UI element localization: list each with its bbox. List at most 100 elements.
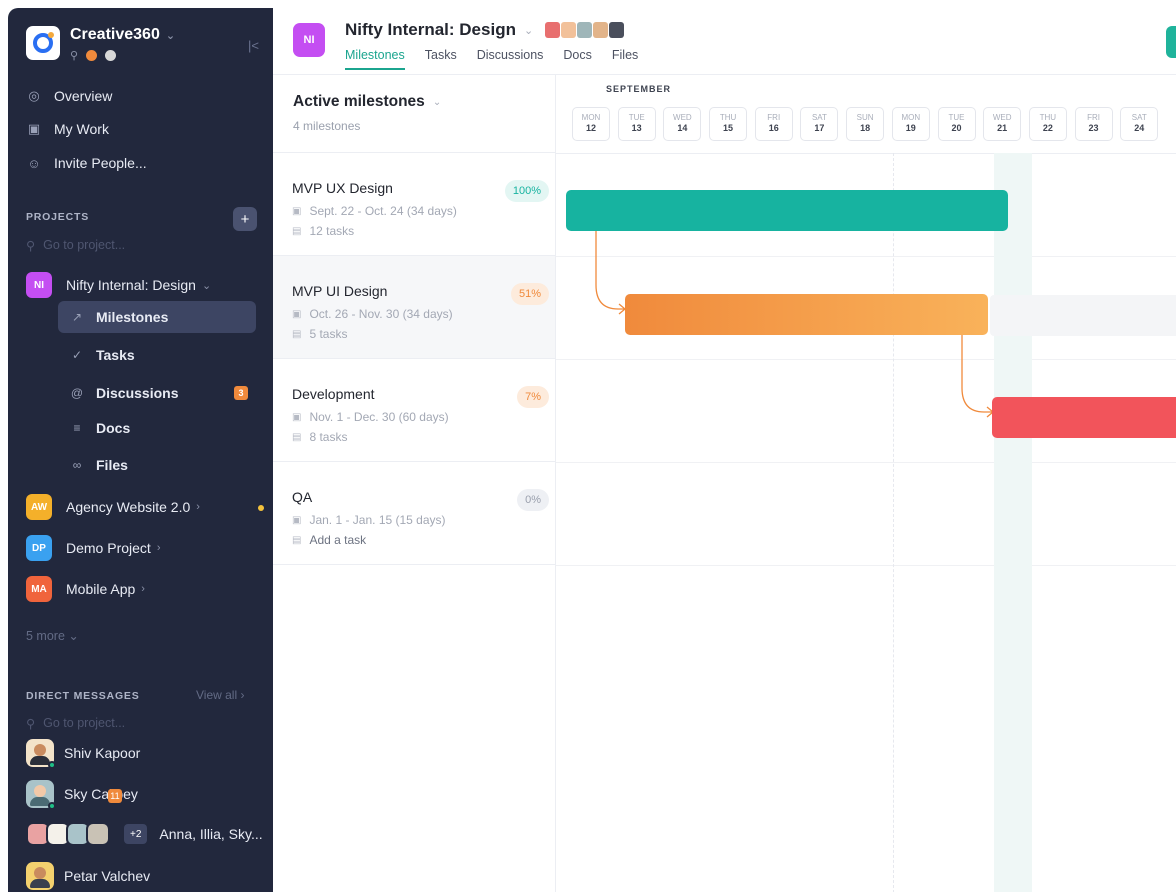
nav-my-work-label: My Work <box>54 121 109 137</box>
dm-name: Shiv Kapoor <box>64 745 141 761</box>
project-badge: MA <box>26 576 52 602</box>
dm-sky-calibey[interactable]: Sky Calibey 11 <box>26 780 138 810</box>
project-icon: NI <box>293 23 325 57</box>
nav-invite-label: Invite People... <box>54 155 147 171</box>
user-avatar-icon[interactable] <box>105 50 117 61</box>
tasks-icon: ▤ <box>292 534 302 546</box>
project-search-input[interactable]: ⚲ Go to project... <box>26 238 125 253</box>
tasks-icon: ▤ <box>292 431 302 443</box>
nav-overview[interactable]: ◎ Overview <box>26 88 112 104</box>
milestone-list-header: Active milestones ⌄ 4 milestones <box>273 75 555 153</box>
milestone-row[interactable]: QA ▣ Jan. 1 - Jan. 15 (15 days) ▤ Add a ta… <box>273 462 555 565</box>
milestone-bar-mvp-ui-design[interactable] <box>625 294 988 335</box>
tab-files[interactable]: Files <box>612 48 638 70</box>
notification-icon[interactable] <box>86 50 98 61</box>
calendar-icon: ▣ <box>292 514 302 526</box>
project-demo-project[interactable]: DP Demo Project › <box>26 535 160 561</box>
avatar <box>26 862 54 890</box>
milestone-count: 4 milestones <box>293 119 361 133</box>
milestone-icon: ↗ <box>71 310 83 324</box>
subnav-milestones[interactable]: ↗ Milestones <box>58 301 256 333</box>
search-icon[interactable]: ⚲ <box>70 49 78 62</box>
chevron-down-icon: ⌄ <box>432 96 442 108</box>
group-extra-count: +2 <box>124 824 148 844</box>
project-agency-website[interactable]: AW Agency Website 2.0 › <box>26 494 200 520</box>
app-window: Creative360 ⌄ ⚲ |< ◎ Overview ▣ My Work ☺… <box>0 0 1176 892</box>
project-search-placeholder: Go to project... <box>43 238 126 252</box>
workspace-switcher[interactable]: Creative360 ⌄ ⚲ <box>26 26 175 62</box>
milestone-tasks: 12 tasks <box>309 224 355 238</box>
more-projects-link[interactable]: 5 more ⌄ <box>26 628 79 643</box>
dm-group[interactable]: +2 Anna, Illia, Sky... <box>26 822 263 846</box>
chevron-down-icon: ⌄ <box>201 279 212 292</box>
calendar-icon: ▣ <box>27 121 41 136</box>
milestone-row[interactable]: Development ▣ Nov. 1 - Dec. 30 (60 days) … <box>273 359 555 462</box>
project-title-row[interactable]: Nifty Internal: Design ⌄ <box>345 20 625 40</box>
avatar <box>26 780 56 810</box>
compass-icon: ◎ <box>28 88 40 103</box>
subnav-files-label: Files <box>96 457 128 473</box>
tab-tasks[interactable]: Tasks <box>425 48 457 70</box>
add-task-link[interactable]: ▤ Add a task <box>292 533 555 547</box>
project-tabs: Milestones Tasks Discussions Docs Files <box>345 48 638 70</box>
milestone-progress-badge: 51% <box>510 283 549 305</box>
at-icon: @ <box>70 386 84 400</box>
tab-docs[interactable]: Docs <box>563 48 591 70</box>
dm-unread-badge: 11 <box>107 789 122 803</box>
milestone-bar-mvp-ux-design[interactable] <box>566 190 1008 231</box>
subnav-discussions[interactable]: @ Discussions 3 <box>58 377 256 409</box>
member-avatars[interactable] <box>545 22 625 38</box>
project-mobile-app[interactable]: MA Mobile App › <box>26 576 145 602</box>
header-action-button[interactable] <box>1166 26 1176 58</box>
tab-discussions[interactable]: Discussions <box>477 48 544 70</box>
gantt-timeline: SEPTEMBER MON 12 TUE 13 WED 14 THU 15 FRI 16 SAT 17… <box>556 75 1176 892</box>
chevron-down-icon: ⌄ <box>523 24 534 37</box>
subnav-milestones-label: Milestones <box>96 309 169 325</box>
calendar-icon: ▣ <box>292 205 302 217</box>
milestone-row[interactable]: MVP UI Design ▣ Oct. 26 - Nov. 30 (34 day… <box>273 256 555 359</box>
nav-invite-people[interactable]: ☺ Invite People... <box>26 155 147 171</box>
sidebar: Creative360 ⌄ ⚲ |< ◎ Overview ▣ My Work ☺… <box>8 8 273 892</box>
milestone-dates: Oct. 26 - Nov. 30 (34 days) <box>309 307 453 321</box>
project-name: Mobile App <box>66 581 136 597</box>
subnav-discussions-label: Discussions <box>96 385 179 401</box>
milestone-bar-development[interactable] <box>992 397 1176 438</box>
nav-my-work[interactable]: ▣ My Work <box>26 121 109 137</box>
unread-dot <box>258 505 264 511</box>
paperclip-icon: ∞ <box>72 458 82 472</box>
workspace-logo <box>26 26 60 60</box>
view-all-link[interactable]: View all › <box>196 688 244 702</box>
dm-search-input[interactable]: ⚲ Go to project... <box>26 716 125 731</box>
search-icon: ⚲ <box>26 717 36 731</box>
subnav-files[interactable]: ∞ Files <box>58 449 256 481</box>
nav-overview-label: Overview <box>54 88 113 104</box>
project-name: Demo Project <box>66 540 151 556</box>
milestone-progress-badge: 0% <box>517 489 549 511</box>
subnav-docs[interactable]: ≡ Docs <box>58 412 256 444</box>
check-icon: ✓ <box>71 348 83 362</box>
tab-milestones[interactable]: Milestones <box>345 48 405 70</box>
more-projects-label: 5 more <box>26 629 65 643</box>
subnav-tasks[interactable]: ✓ Tasks <box>58 339 256 371</box>
milestone-progress-badge: 7% <box>517 386 549 408</box>
add-user-icon: ☺ <box>27 155 41 171</box>
tasks-icon: ▤ <box>292 225 302 237</box>
milestone-row[interactable]: MVP UX Design ▣ Sept. 22 - Oct. 24 (34 da… <box>273 153 555 256</box>
dm-search-placeholder: Go to project... <box>43 716 126 730</box>
workspace-name: Creative360 <box>70 26 160 43</box>
project-badge: DP <box>26 535 52 561</box>
subnav-tasks-label: Tasks <box>96 347 135 363</box>
calendar-icon: ▣ <box>292 411 302 423</box>
group-avatars <box>26 822 110 846</box>
chevron-right-icon: › <box>196 501 200 513</box>
milestone-name: QA <box>292 489 313 505</box>
dm-name: Petar Valchev <box>64 868 151 884</box>
project-nifty-internal[interactable]: NI Nifty Internal: Design ⌄ <box>26 272 211 298</box>
collapse-sidebar-icon[interactable]: |< <box>248 38 259 53</box>
dm-petar-valchev[interactable]: Petar Valchev <box>26 862 150 890</box>
add-project-button[interactable]: + <box>233 207 257 231</box>
dm-shiv-kapoor[interactable]: Shiv Kapoor <box>26 739 141 769</box>
milestone-list: Active milestones ⌄ 4 milestones MVP UX … <box>273 75 556 892</box>
project-badge: NI <box>26 272 52 298</box>
milestone-filter[interactable]: Active milestones ⌄ <box>293 93 555 111</box>
